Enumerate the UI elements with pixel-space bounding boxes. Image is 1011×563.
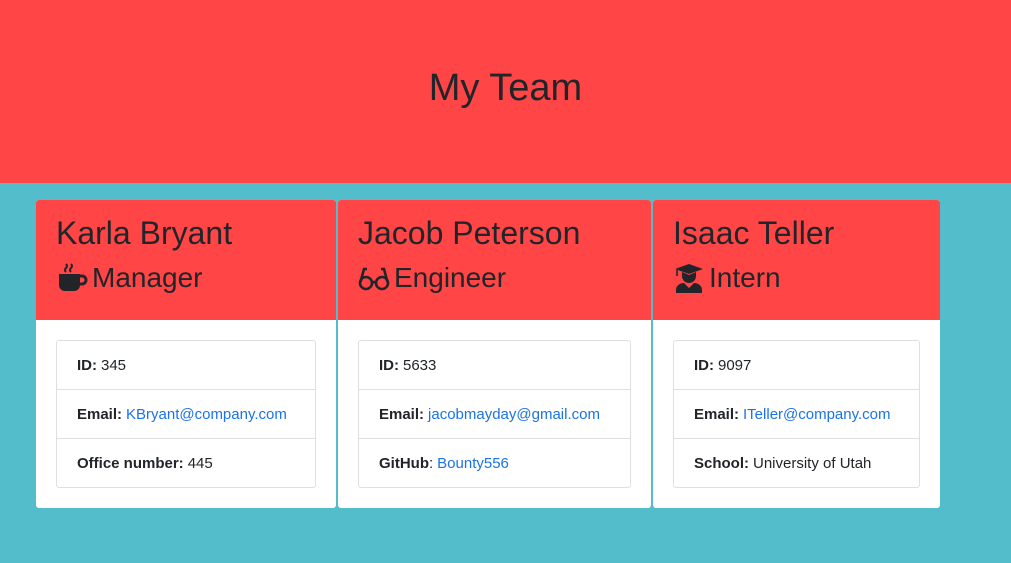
card-header: Karla Bryant Manager: [36, 200, 336, 320]
list-item-id: ID: 5633: [359, 341, 630, 390]
employee-name: Isaac Teller: [673, 215, 835, 251]
list-item-email: Email: KBryant@company.com: [57, 390, 315, 439]
list-item-id: ID: 345: [57, 341, 315, 390]
employee-card-engineer: Jacob Peterson Engineer ID: 5633 Email: …: [338, 200, 651, 508]
item-label: Email:: [694, 405, 740, 423]
list-item-office-number: Office number: 445: [57, 439, 315, 487]
item-separator: :: [429, 454, 434, 472]
list-item-github: GitHub: Bounty556: [359, 439, 630, 487]
employee-name: Jacob Peterson: [358, 215, 581, 251]
page-title: My Team: [428, 67, 583, 109]
list-item-school: School: University of Utah: [674, 439, 919, 487]
item-value: 9097: [718, 356, 752, 374]
card-header: Jacob Peterson Engineer: [338, 200, 651, 320]
item-label: Office number:: [77, 454, 184, 472]
email-link[interactable]: ITeller@company.com: [743, 406, 891, 423]
item-label: ID:: [694, 356, 714, 374]
employee-name: Karla Bryant: [56, 215, 233, 251]
email-link[interactable]: jacobmayday@gmail.com: [428, 406, 600, 423]
info-list: ID: 345 Email: KBryant@company.com Offic…: [56, 340, 316, 488]
item-value: 445: [187, 454, 213, 472]
role-label: Intern: [709, 262, 781, 293]
list-item-email: Email: jacobmayday@gmail.com: [359, 390, 630, 439]
card-header: Isaac Teller Intern: [653, 200, 940, 320]
role-label: Engineer: [394, 262, 507, 293]
item-label: School:: [694, 454, 749, 472]
item-label: Email:: [77, 405, 123, 423]
card-body: ID: 5633 Email: jacobmayday@gmail.com Gi…: [338, 320, 651, 488]
glasses-icon: [358, 267, 390, 291]
item-value: 5633: [403, 356, 437, 374]
email-link[interactable]: KBryant@company.com: [126, 406, 287, 423]
list-item-email: Email: ITeller@company.com: [674, 390, 919, 439]
item-label: ID:: [77, 356, 97, 374]
graduate-icon: [675, 264, 703, 293]
item-label: Email:: [379, 405, 425, 423]
page-header: My Team: [0, 0, 1011, 183]
item-label: ID:: [379, 356, 399, 374]
item-value: University of Utah: [753, 454, 872, 472]
employee-card-intern: Isaac Teller Intern ID: 9097 Email: ITel…: [653, 200, 940, 508]
card-body: ID: 345 Email: KBryant@company.com Offic…: [36, 320, 336, 488]
list-item-id: ID: 9097: [674, 341, 919, 390]
card-body: ID: 9097 Email: ITeller@company.com Scho…: [653, 320, 940, 488]
coffee-mug-icon: [59, 263, 88, 291]
item-value: 345: [101, 356, 127, 374]
info-list: ID: 5633 Email: jacobmayday@gmail.com Gi…: [358, 340, 631, 488]
employee-card-manager: Karla Bryant Manager ID: 345 Email: KBry…: [36, 200, 336, 508]
employee-role: Intern: [673, 261, 920, 295]
info-list: ID: 9097 Email: ITeller@company.com Scho…: [673, 340, 920, 488]
github-link[interactable]: Bounty556: [437, 455, 509, 472]
role-label: Manager: [92, 262, 203, 293]
item-label: GitHub: [379, 454, 429, 472]
employee-role: Engineer: [358, 261, 631, 295]
employee-role: Manager: [56, 261, 316, 295]
